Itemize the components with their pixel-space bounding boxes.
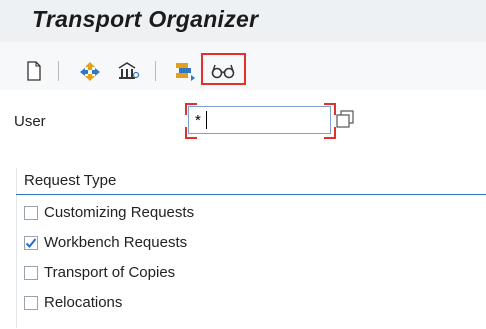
option-label: Relocations xyxy=(44,294,123,311)
option-label: Customizing Requests xyxy=(44,204,195,221)
checkbox[interactable] xyxy=(24,265,38,280)
user-input[interactable] xyxy=(188,106,331,134)
release-icon[interactable] xyxy=(170,58,198,84)
display-object-icon[interactable] xyxy=(114,58,142,84)
section-border xyxy=(16,168,17,328)
checkmark-icon xyxy=(25,237,37,248)
transport-icon[interactable] xyxy=(76,58,104,84)
user-label: User xyxy=(14,113,46,130)
text-cursor xyxy=(206,111,207,129)
checkbox[interactable] xyxy=(24,205,38,220)
new-document-icon[interactable] xyxy=(20,58,48,84)
window-title: Transport Organizer xyxy=(32,6,259,32)
toolbar-separator xyxy=(58,61,59,81)
option-label: Workbench Requests xyxy=(44,234,188,251)
request-type-title: Request Type xyxy=(24,172,117,189)
customizing-requests-option[interactable]: Customizing Requests xyxy=(24,204,194,221)
toolbar-separator xyxy=(155,61,156,81)
checkbox-checked[interactable] xyxy=(24,235,38,250)
highlight-corner xyxy=(185,103,197,115)
checkbox[interactable] xyxy=(24,295,38,310)
transport-of-copies-option[interactable]: Transport of Copies xyxy=(24,264,175,281)
multiple-selection-icon[interactable] xyxy=(334,108,356,130)
option-label: Transport of Copies xyxy=(44,264,176,281)
highlight-corner xyxy=(185,127,197,139)
title-bar: Transport Organizer xyxy=(0,0,486,42)
section-divider xyxy=(16,194,486,195)
highlight-box xyxy=(201,53,246,85)
workbench-requests-option[interactable]: Workbench Requests xyxy=(24,234,187,251)
relocations-option[interactable]: Relocations xyxy=(24,294,122,311)
